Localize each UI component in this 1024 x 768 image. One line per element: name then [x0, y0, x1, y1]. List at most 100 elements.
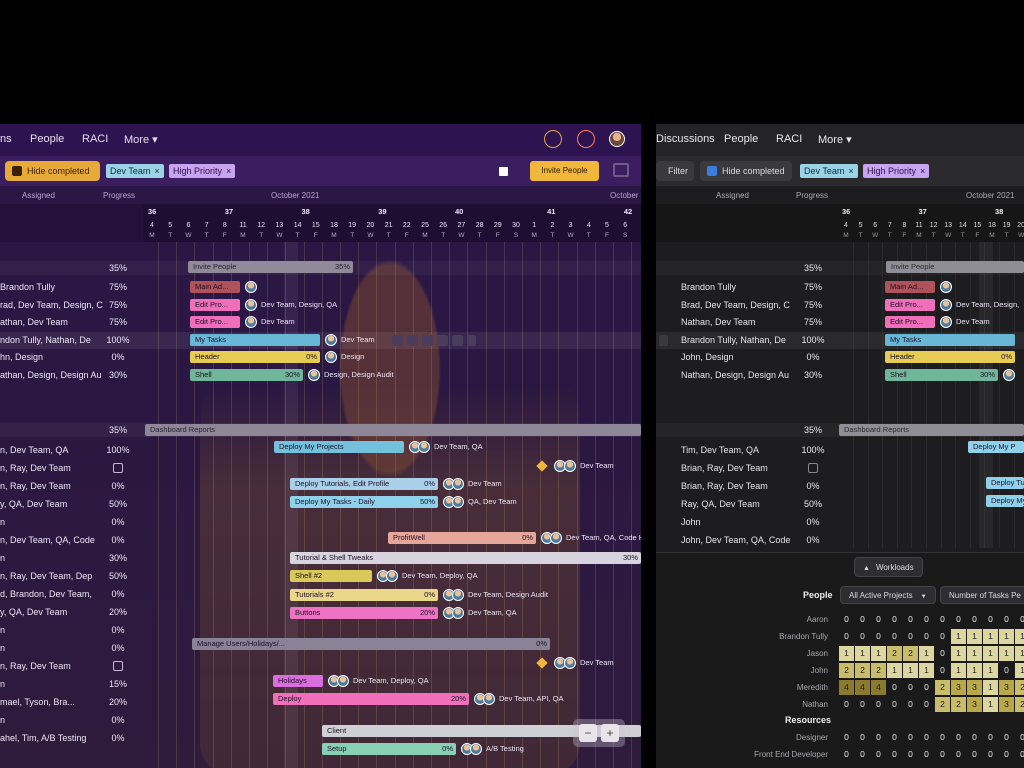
workload-cell[interactable]: 4	[855, 680, 870, 695]
workload-cell[interactable]: 0	[871, 697, 886, 712]
assignee-avatar[interactable]	[337, 675, 349, 687]
zoom-in-button[interactable]: +	[601, 724, 619, 742]
task-bar[interactable]: Edit Pro...	[190, 316, 240, 328]
task-bar[interactable]: Manage Users/Holidays/... 0%	[192, 638, 550, 650]
complete-checkbox[interactable]	[113, 661, 123, 671]
workload-cell[interactable]: 1	[1015, 663, 1024, 678]
assignee-avatar[interactable]	[245, 316, 257, 328]
filter-chip-dev-team[interactable]: Dev Team ×	[106, 164, 164, 178]
workload-cell[interactable]: 1	[983, 629, 998, 644]
workload-cell[interactable]: 1	[999, 629, 1014, 644]
task-bar[interactable]: Header 0%	[190, 351, 320, 363]
task-bar[interactable]: Tutorials #2 0%	[290, 589, 438, 601]
workload-cell[interactable]: 1	[855, 646, 870, 661]
workload-cell[interactable]: 1	[951, 646, 966, 661]
color-select-icon[interactable]	[499, 167, 508, 176]
task-bar[interactable]: Holidays	[273, 675, 323, 687]
chip-remove-icon[interactable]: ×	[226, 166, 231, 176]
workload-cell[interactable]: 0	[999, 730, 1014, 745]
workload-cell[interactable]: 0	[1015, 730, 1024, 745]
workload-cell[interactable]: 1	[999, 646, 1014, 661]
workload-cell[interactable]: 0	[839, 612, 854, 627]
workload-cell[interactable]: 0	[887, 680, 902, 695]
task-bar[interactable]: Deploy 20%	[273, 693, 469, 705]
help-icon[interactable]	[577, 130, 595, 148]
link-icon[interactable]	[452, 335, 463, 346]
workload-cell[interactable]: 1	[983, 663, 998, 678]
workload-cell[interactable]: 1	[983, 646, 998, 661]
workload-cell[interactable]: 0	[903, 697, 918, 712]
task-bar[interactable]: Deploy My	[986, 495, 1024, 507]
task-bar[interactable]: Deploy Tutorials, Edit Profile 0%	[290, 478, 438, 490]
assignee-avatar[interactable]	[308, 369, 320, 381]
workload-cell[interactable]: 1	[951, 663, 966, 678]
workload-cell[interactable]: 1	[967, 663, 982, 678]
nav-item-more[interactable]: More ▾	[124, 133, 158, 146]
hide-completed-button[interactable]: Hide completed	[5, 161, 100, 181]
workload-cell[interactable]: 0	[919, 697, 934, 712]
task-bar[interactable]: Setup 0%	[322, 743, 456, 755]
filter-button[interactable]: Filter	[656, 161, 694, 181]
workload-cell[interactable]: 0	[935, 612, 950, 627]
workload-cell[interactable]: 0	[871, 747, 886, 762]
workload-cell[interactable]: 2	[871, 663, 886, 678]
workload-cell[interactable]: 0	[903, 612, 918, 627]
task-bar[interactable]: Edit Pro...	[885, 299, 935, 311]
workload-cell[interactable]: 4	[871, 680, 886, 695]
workload-cell[interactable]: 2	[887, 646, 902, 661]
assignee-avatar[interactable]	[564, 657, 576, 669]
workload-cell[interactable]: 0	[839, 730, 854, 745]
workload-cell[interactable]: 2	[903, 646, 918, 661]
workload-cell[interactable]: 0	[983, 612, 998, 627]
workload-cell[interactable]: 1	[887, 663, 902, 678]
nav-item-truncated[interactable]: ns	[0, 133, 12, 145]
workload-cell[interactable]: 0	[919, 730, 934, 745]
nav-item-discussions[interactable]: Discussions	[656, 133, 715, 145]
workload-cell[interactable]: 0	[855, 697, 870, 712]
workload-cell[interactable]: 0	[887, 747, 902, 762]
workload-cell[interactable]: 1	[951, 629, 966, 644]
workload-cell[interactable]: 0	[887, 612, 902, 627]
assignee-avatar[interactable]	[940, 281, 952, 293]
task-bar[interactable]: Shell 30%	[885, 369, 998, 381]
workload-cell[interactable]: 3	[967, 680, 982, 695]
workload-cell[interactable]: 1	[1015, 629, 1024, 644]
assignee-avatar[interactable]	[418, 441, 430, 453]
workload-cell[interactable]: 0	[919, 629, 934, 644]
workload-cell[interactable]: 1	[967, 646, 982, 661]
workload-cell[interactable]: 0	[967, 612, 982, 627]
workload-cell[interactable]: 2	[1015, 680, 1024, 695]
workload-cell[interactable]: 0	[903, 730, 918, 745]
workload-cell[interactable]: 0	[999, 663, 1014, 678]
workload-cell[interactable]: 0	[871, 629, 886, 644]
workload-cell[interactable]: 0	[935, 646, 950, 661]
workload-cell[interactable]: 0	[839, 747, 854, 762]
task-bar[interactable]: Deploy My Tasks - Daily 50%	[290, 496, 438, 508]
workload-cell[interactable]: 0	[839, 697, 854, 712]
chip-remove-icon[interactable]: ×	[154, 166, 159, 176]
task-bar[interactable]: Deploy Tutori	[986, 477, 1024, 489]
task-bar[interactable]: Deploy My Projects	[274, 441, 404, 453]
workload-cell[interactable]: 3	[967, 697, 982, 712]
workload-cell[interactable]: 1	[903, 663, 918, 678]
workload-cell[interactable]: 3	[951, 680, 966, 695]
section-bar-invite-people[interactable]: Invite People	[886, 261, 1024, 273]
workload-cell[interactable]: 0	[935, 629, 950, 644]
workload-cell[interactable]: 0	[967, 747, 982, 762]
task-bar[interactable]: Edit Pro...	[190, 299, 240, 311]
assignee-avatar[interactable]	[483, 693, 495, 705]
drag-handle-icon[interactable]	[659, 335, 668, 346]
workload-cell[interactable]: 0	[999, 747, 1014, 762]
nav-item-more[interactable]: More ▾	[818, 133, 852, 146]
workload-cell[interactable]: 3	[999, 680, 1014, 695]
zoom-out-button[interactable]: −	[579, 724, 597, 742]
workload-cell[interactable]: 0	[855, 629, 870, 644]
assignee-avatar[interactable]	[245, 299, 257, 311]
workload-cell[interactable]: 1	[967, 629, 982, 644]
hide-completed-button[interactable]: Hide completed	[700, 161, 792, 181]
workload-cell[interactable]: 0	[839, 629, 854, 644]
filter-chip-high-priority[interactable]: High Priority ×	[169, 164, 236, 178]
clock-icon[interactable]	[544, 130, 562, 148]
workload-cell[interactable]: 1	[839, 646, 854, 661]
task-bar[interactable]: My Tasks	[190, 334, 320, 346]
